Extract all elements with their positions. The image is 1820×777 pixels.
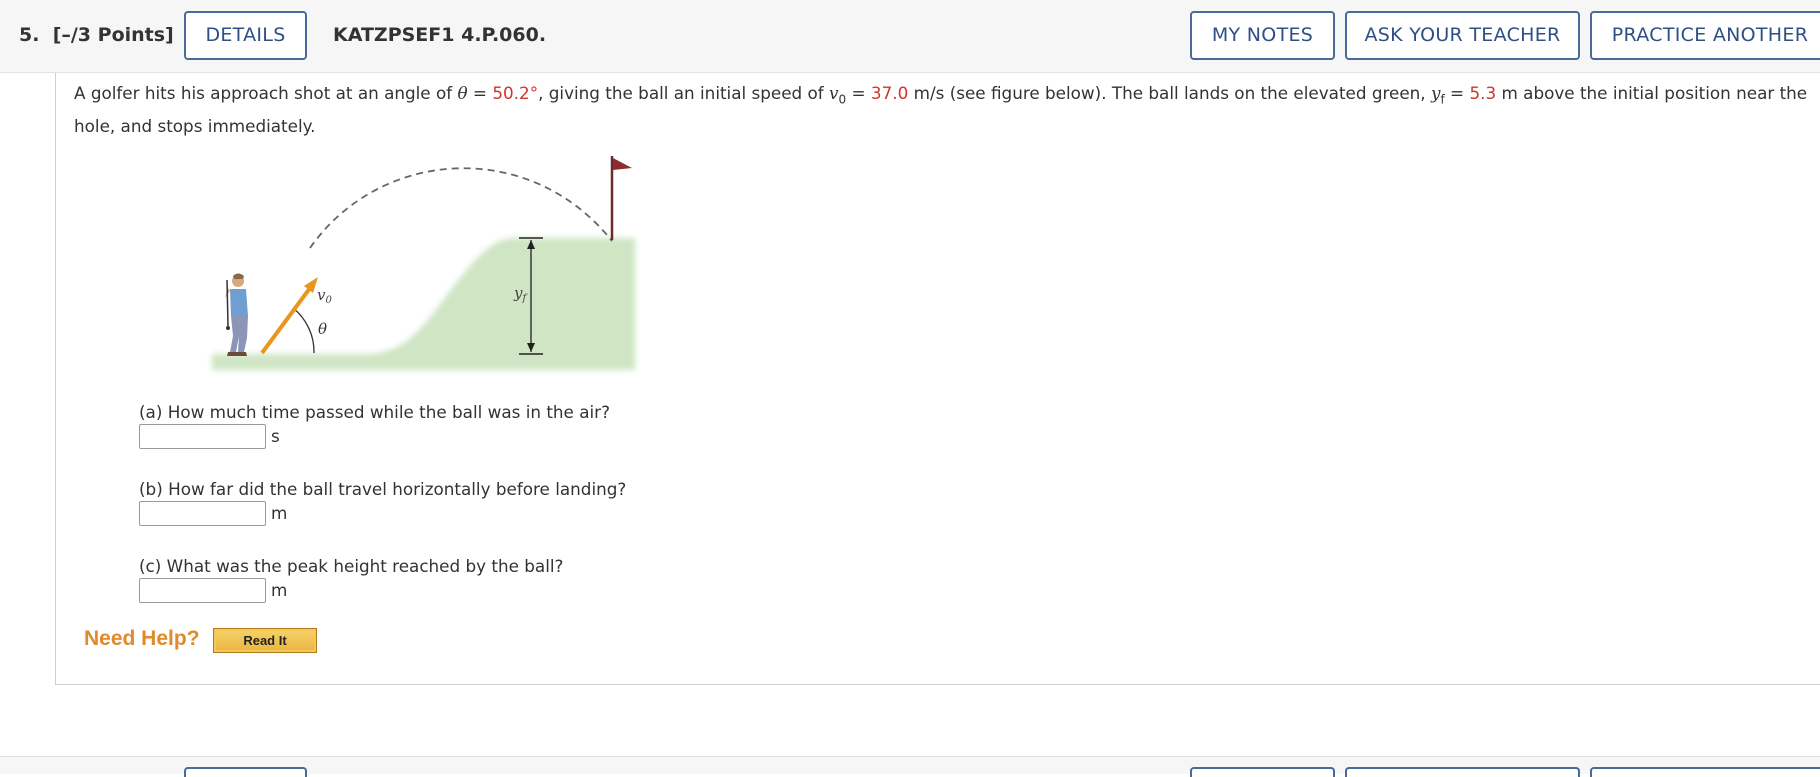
my-notes-button[interactable]: MY NOTES <box>1190 11 1335 60</box>
question-c-text: (c) What was the peak height reached by … <box>139 556 564 576</box>
figure-svg: yf θ v0 <box>212 156 635 370</box>
question-a-text: (a) How much time passed while the ball … <box>139 402 610 422</box>
yf-value: 5.3 <box>1469 83 1497 103</box>
read-it-button[interactable]: Read It <box>213 628 317 653</box>
answer-b-input[interactable] <box>139 501 266 526</box>
theta-value: 50.2° <box>492 83 539 103</box>
stem-text: , giving the ball an initial speed of <box>538 83 830 103</box>
equals-sign: = <box>1444 83 1470 103</box>
answer-a-unit: s <box>271 426 280 446</box>
stem-text: m/s (see figure below). The ball lands o… <box>908 83 1431 103</box>
green-hill <box>212 238 635 370</box>
answer-b-unit: m <box>271 503 288 523</box>
angle-arc <box>292 307 315 354</box>
answer-c-input[interactable] <box>139 578 266 603</box>
equals-sign: = <box>467 83 493 103</box>
question-number: 5. <box>19 24 40 46</box>
question-code: KATZPSEF1 4.P.060. <box>333 24 547 46</box>
question-number-and-points: 5. [–/3 Points] <box>19 24 174 46</box>
answer-c-unit: m <box>271 580 288 600</box>
v0-value: 37.0 <box>870 83 909 103</box>
points-label: [–/3 Points] <box>52 24 174 46</box>
flag-icon <box>613 158 632 170</box>
question-header: 5. [–/3 Points] DETAILS KATZPSEF1 4.P.06… <box>0 0 1820 73</box>
velocity-arrow-shaft <box>260 286 312 355</box>
answer-a-input[interactable] <box>139 424 266 449</box>
theta-label: θ <box>318 320 327 338</box>
theta-symbol: θ <box>457 83 468 103</box>
need-help-label: Need Help? <box>84 627 200 650</box>
details-button[interactable]: DETAILS <box>184 11 307 60</box>
v0-label: v0 <box>317 286 332 306</box>
question-b-text: (b) How far did the ball travel horizont… <box>139 479 627 499</box>
golfer-figure <box>225 273 248 356</box>
next-details-button[interactable] <box>184 767 307 777</box>
practice-another-button[interactable]: PRACTICE ANOTHER <box>1590 11 1820 60</box>
next-practice-button[interactable] <box>1590 767 1820 777</box>
ask-your-teacher-button[interactable]: ASK YOUR TEACHER <box>1345 11 1580 60</box>
trajectory-path <box>309 167 613 249</box>
v0-symbol: v <box>829 83 839 103</box>
next-my-notes-button[interactable] <box>1190 767 1335 777</box>
equals-sign: = <box>846 83 871 103</box>
next-ask-teacher-button[interactable] <box>1345 767 1580 777</box>
golf-shot-figure: yf θ v0 <box>200 148 650 382</box>
stem-text: A golfer hits his approach shot at an an… <box>74 83 458 103</box>
problem-statement: A golfer hits his approach shot at an an… <box>74 80 1810 140</box>
